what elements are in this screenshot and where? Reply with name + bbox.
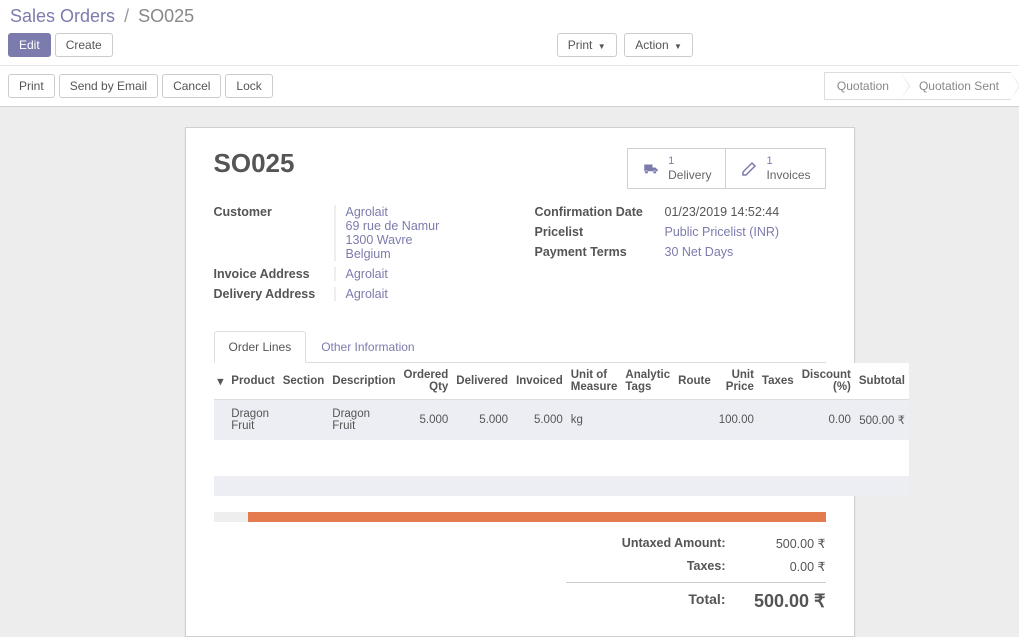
caret-icon: ▼ (598, 42, 606, 51)
breadcrumb-parent[interactable]: Sales Orders (10, 6, 115, 26)
col-discount[interactable]: Discount (%) (798, 363, 855, 400)
tab-order-lines[interactable]: Order Lines (214, 331, 307, 363)
cell-uom: kg (567, 400, 622, 441)
pricelist-link[interactable]: Public Pricelist (INR) (665, 225, 780, 239)
cell-analytic-tags (621, 400, 674, 441)
status-step-quotation-sent[interactable]: Quotation Sent (901, 72, 1011, 100)
tab-other-information[interactable]: Other Information (306, 331, 429, 363)
cell-subtotal: 500.00 ₹ (855, 400, 909, 441)
cancel-button[interactable]: Cancel (162, 74, 221, 98)
delivery-stat-button[interactable]: 1 Delivery (628, 149, 725, 188)
customer-addr1: 69 rue de Namur (346, 219, 440, 233)
totals-divider (566, 582, 826, 583)
invoice-address-link[interactable]: Agrolait (346, 267, 388, 281)
customer-addr2: 1300 Wavre (346, 233, 413, 247)
create-button[interactable]: Create (55, 33, 113, 57)
col-unit-price[interactable]: Unit Price (715, 363, 758, 400)
print-menu-button[interactable]: Print ▼ (557, 33, 617, 57)
cell-unit-price: 100.00 (715, 400, 758, 441)
cell-description: Dragon Fruit (328, 400, 399, 441)
invoice-address-label: Invoice Address (214, 267, 334, 281)
cell-invoiced: 5.000 (512, 400, 567, 441)
col-taxes[interactable]: Taxes (758, 363, 798, 400)
customer-label: Customer (214, 205, 334, 261)
cell-delivered: 5.000 (452, 400, 512, 441)
lock-button[interactable]: Lock (225, 74, 272, 98)
col-route[interactable]: Route (674, 363, 715, 400)
action-menu-button[interactable]: Action ▼ (624, 33, 693, 57)
tabs: Order Lines Other Information (214, 331, 826, 363)
left-column: Customer Agrolait 69 rue de Namur 1300 W… (214, 205, 505, 307)
invoices-count: 1 (766, 155, 810, 167)
edit-button[interactable]: Edit (8, 33, 51, 57)
invoices-label: Invoices (766, 168, 810, 182)
col-invoiced[interactable]: Invoiced (512, 363, 567, 400)
pencil-icon (740, 160, 758, 178)
truck-icon (642, 160, 660, 178)
order-lines-table: ▾ Product Section Description Ordered Qt… (214, 363, 909, 496)
delivery-label: Delivery (668, 168, 711, 182)
main-area: SO025 1 Delivery 1 Invoices (0, 107, 1019, 637)
table-row[interactable]: Dragon Fruit Dragon Fruit 5.000 5.000 5.… (214, 400, 909, 441)
table-header-row: ▾ Product Section Description Ordered Qt… (214, 363, 909, 400)
cell-ordered-qty: 5.000 (400, 400, 453, 441)
cell-product: Dragon Fruit (227, 400, 278, 441)
col-description[interactable]: Description (328, 363, 399, 400)
print-menu-label: Print (568, 38, 593, 52)
band-row (214, 476, 909, 496)
toolbar-row: Edit Create Print ▼ Action ▼ (8, 33, 1011, 57)
col-section[interactable]: Section (279, 363, 329, 400)
cell-taxes (758, 400, 798, 441)
delivery-address-link[interactable]: Agrolait (346, 287, 388, 301)
form-sheet: SO025 1 Delivery 1 Invoices (185, 127, 855, 637)
second-bar: Print Send by Email Cancel Lock Quotatio… (0, 66, 1019, 107)
invoices-stat-button[interactable]: 1 Invoices (725, 149, 824, 188)
breadcrumb-separator: / (120, 6, 133, 26)
center-buttons: Print ▼ Action ▼ (557, 33, 697, 57)
right-column: Confirmation Date 01/23/2019 14:52:44 Pr… (535, 205, 826, 307)
breadcrumb-current: SO025 (138, 6, 194, 26)
send-email-button[interactable]: Send by Email (59, 74, 158, 98)
top-bar: Sales Orders / SO025 Edit Create Print ▼… (0, 0, 1019, 66)
cell-section (279, 400, 329, 441)
untaxed-value: 500.00 ₹ (726, 536, 826, 551)
spacer-row (214, 440, 909, 476)
delivery-address-label: Delivery Address (214, 287, 334, 301)
confirmation-date-label: Confirmation Date (535, 205, 655, 219)
total-label: Total: (566, 591, 726, 612)
status-steps: Quotation Quotation Sent (824, 72, 1011, 100)
col-delivered[interactable]: Delivered (452, 363, 512, 400)
caret-icon: ▼ (674, 42, 682, 51)
sheet-head: SO025 1 Delivery 1 Invoices (214, 148, 826, 189)
collapse-toggle-icon[interactable]: ▾ (214, 363, 228, 400)
order-name: SO025 (214, 148, 295, 179)
total-value: 500.00 ₹ (726, 591, 826, 612)
cell-route (674, 400, 715, 441)
col-analytic-tags[interactable]: Analytic Tags (621, 363, 674, 400)
confirmation-date-value: 01/23/2019 14:52:44 (655, 205, 826, 219)
taxes-value: 0.00 ₹ (726, 559, 826, 574)
totals-block: Untaxed Amount: 500.00 ₹ Taxes: 0.00 ₹ T… (214, 532, 826, 616)
delivery-count: 1 (668, 155, 711, 167)
col-product[interactable]: Product (227, 363, 278, 400)
pricelist-label: Pricelist (535, 225, 655, 239)
breadcrumb: Sales Orders / SO025 (8, 4, 1011, 33)
taxes-label: Taxes: (566, 559, 726, 574)
print-button[interactable]: Print (8, 74, 55, 98)
payment-terms-link[interactable]: 30 Net Days (665, 245, 734, 259)
customer-addr3: Belgium (346, 247, 391, 261)
payment-terms-label: Payment Terms (535, 245, 655, 259)
untaxed-label: Untaxed Amount: (566, 536, 726, 551)
action-menu-label: Action (635, 38, 668, 52)
status-step-quotation[interactable]: Quotation (824, 72, 901, 100)
stat-boxes: 1 Delivery 1 Invoices (627, 148, 825, 189)
col-uom[interactable]: Unit of Measure (567, 363, 622, 400)
col-subtotal[interactable]: Subtotal (855, 363, 909, 400)
customer-value: Agrolait 69 rue de Namur 1300 Wavre Belg… (334, 205, 505, 261)
col-ordered-qty[interactable]: Ordered Qty (400, 363, 453, 400)
field-columns: Customer Agrolait 69 rue de Namur 1300 W… (214, 205, 826, 307)
customer-link[interactable]: Agrolait (346, 205, 388, 219)
progress-bar (214, 512, 826, 522)
cell-discount: 0.00 (798, 400, 855, 441)
